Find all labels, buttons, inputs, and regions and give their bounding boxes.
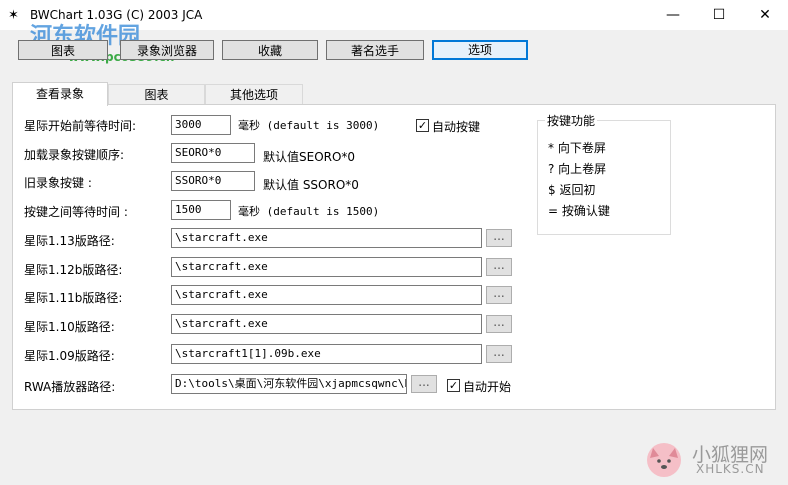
load-order-hint: 默认值SEORO*0	[263, 150, 356, 164]
shortcut-item: $ 返回初	[548, 183, 596, 197]
key-wait-hint: 毫秒 (default is 1500)	[238, 205, 380, 218]
maximize-button[interactable]: ☐	[696, 0, 742, 30]
rwa-browse-button[interactable]: ...	[411, 375, 437, 393]
shortcut-item: = 按确认键	[548, 204, 610, 218]
browse-button-112b[interactable]: ...	[486, 258, 512, 276]
bwchart-icon: ✶	[8, 8, 19, 23]
old-key-input[interactable]: SSORO*0	[171, 171, 255, 191]
key-function-title: 按键功能	[545, 112, 598, 129]
chart-button[interactable]: 图表	[18, 40, 108, 60]
load-order-input[interactable]: SEORO*0	[171, 143, 255, 163]
load-order-label: 加载录象按键顺序:	[24, 148, 125, 162]
auto-key-label: 自动按键	[432, 120, 481, 134]
minimize-button[interactable]: —	[650, 0, 696, 30]
path-label-113: 星际1.13版路径:	[24, 234, 115, 248]
start-wait-label: 星际开始前等待时间:	[24, 119, 137, 133]
auto-start-label: 自动开始	[463, 380, 512, 394]
favorites-button[interactable]: 收藏	[222, 40, 318, 60]
old-key-hint: 默认值 SSORO*0	[263, 178, 359, 192]
old-key-label: 旧录象按键 :	[24, 176, 92, 190]
browse-button-111b[interactable]: ...	[486, 286, 512, 304]
auto-start-checkbox[interactable]: ✓	[447, 379, 460, 392]
path-input-113[interactable]: \starcraft.exe	[171, 228, 482, 248]
watermark-corner-en: XHLKS.CN	[696, 462, 765, 476]
browse-button-110[interactable]: ...	[486, 315, 512, 333]
path-label-111b: 星际1.11b版路径:	[24, 291, 123, 305]
path-label-112b: 星际1.12b版路径:	[24, 263, 123, 277]
rwa-path-input[interactable]: D:\tools\桌面\河东软件园\xjapmcsqwnc\bw	[171, 374, 407, 394]
key-wait-label: 按键之间等待时间 :	[24, 205, 128, 219]
tab-other-options[interactable]: 其他选项	[205, 84, 303, 104]
path-input-111b[interactable]: \starcraft.exe	[171, 285, 482, 305]
path-input-112b[interactable]: \starcraft.exe	[171, 257, 482, 277]
options-button[interactable]: 选项	[432, 40, 528, 60]
rwa-path-label: RWA播放器路径:	[24, 380, 116, 394]
close-button[interactable]: ✕	[742, 0, 788, 30]
shortcut-item: ? 向上卷屏	[548, 162, 607, 176]
browse-button-113[interactable]: ...	[486, 229, 512, 247]
famous-players-button[interactable]: 著名选手	[326, 40, 424, 60]
fox-logo-icon	[647, 443, 681, 477]
path-input-110[interactable]: \starcraft.exe	[171, 314, 482, 334]
shortcut-item: * 向下卷屏	[548, 141, 606, 155]
browse-button-109[interactable]: ...	[486, 345, 512, 363]
path-input-109[interactable]: \starcraft1[1].09b.exe	[171, 344, 482, 364]
start-wait-input[interactable]: 3000	[171, 115, 231, 135]
key-wait-input[interactable]: 1500	[171, 200, 231, 220]
start-wait-hint: 毫秒 (default is 3000)	[238, 119, 380, 132]
path-label-110: 星际1.10版路径:	[24, 320, 115, 334]
tab-chart[interactable]: 图表	[108, 84, 205, 104]
replay-browser-button[interactable]: 录象浏览器	[120, 40, 214, 60]
path-label-109: 星际1.09版路径:	[24, 349, 115, 363]
auto-key-checkbox[interactable]: ✓	[416, 119, 429, 132]
tab-view-replay[interactable]: 查看录象	[12, 82, 108, 106]
